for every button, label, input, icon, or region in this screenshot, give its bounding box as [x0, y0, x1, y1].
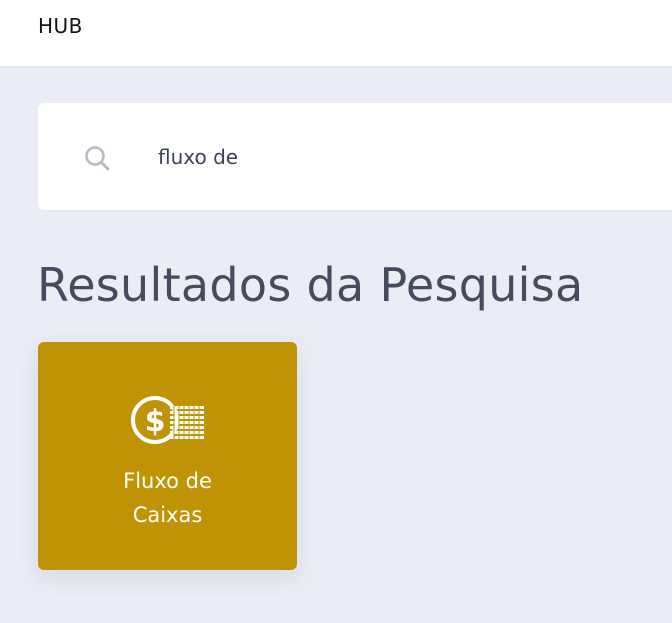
brand-logo-text[interactable]: HUB — [38, 14, 83, 38]
svg-text:$: $ — [145, 404, 166, 439]
results-title: Resultados da Pesquisa — [37, 258, 584, 312]
money-coins-icon: $ — [130, 394, 206, 446]
search-input[interactable] — [158, 141, 658, 173]
search-card — [38, 103, 672, 210]
result-card-fluxo-de-caixas[interactable]: $ Fluxo de Caixas — [38, 342, 297, 570]
search-icon — [84, 145, 110, 171]
result-card-label: Fluxo de Caixas — [123, 469, 212, 527]
top-bar: HUB — [0, 0, 672, 66]
